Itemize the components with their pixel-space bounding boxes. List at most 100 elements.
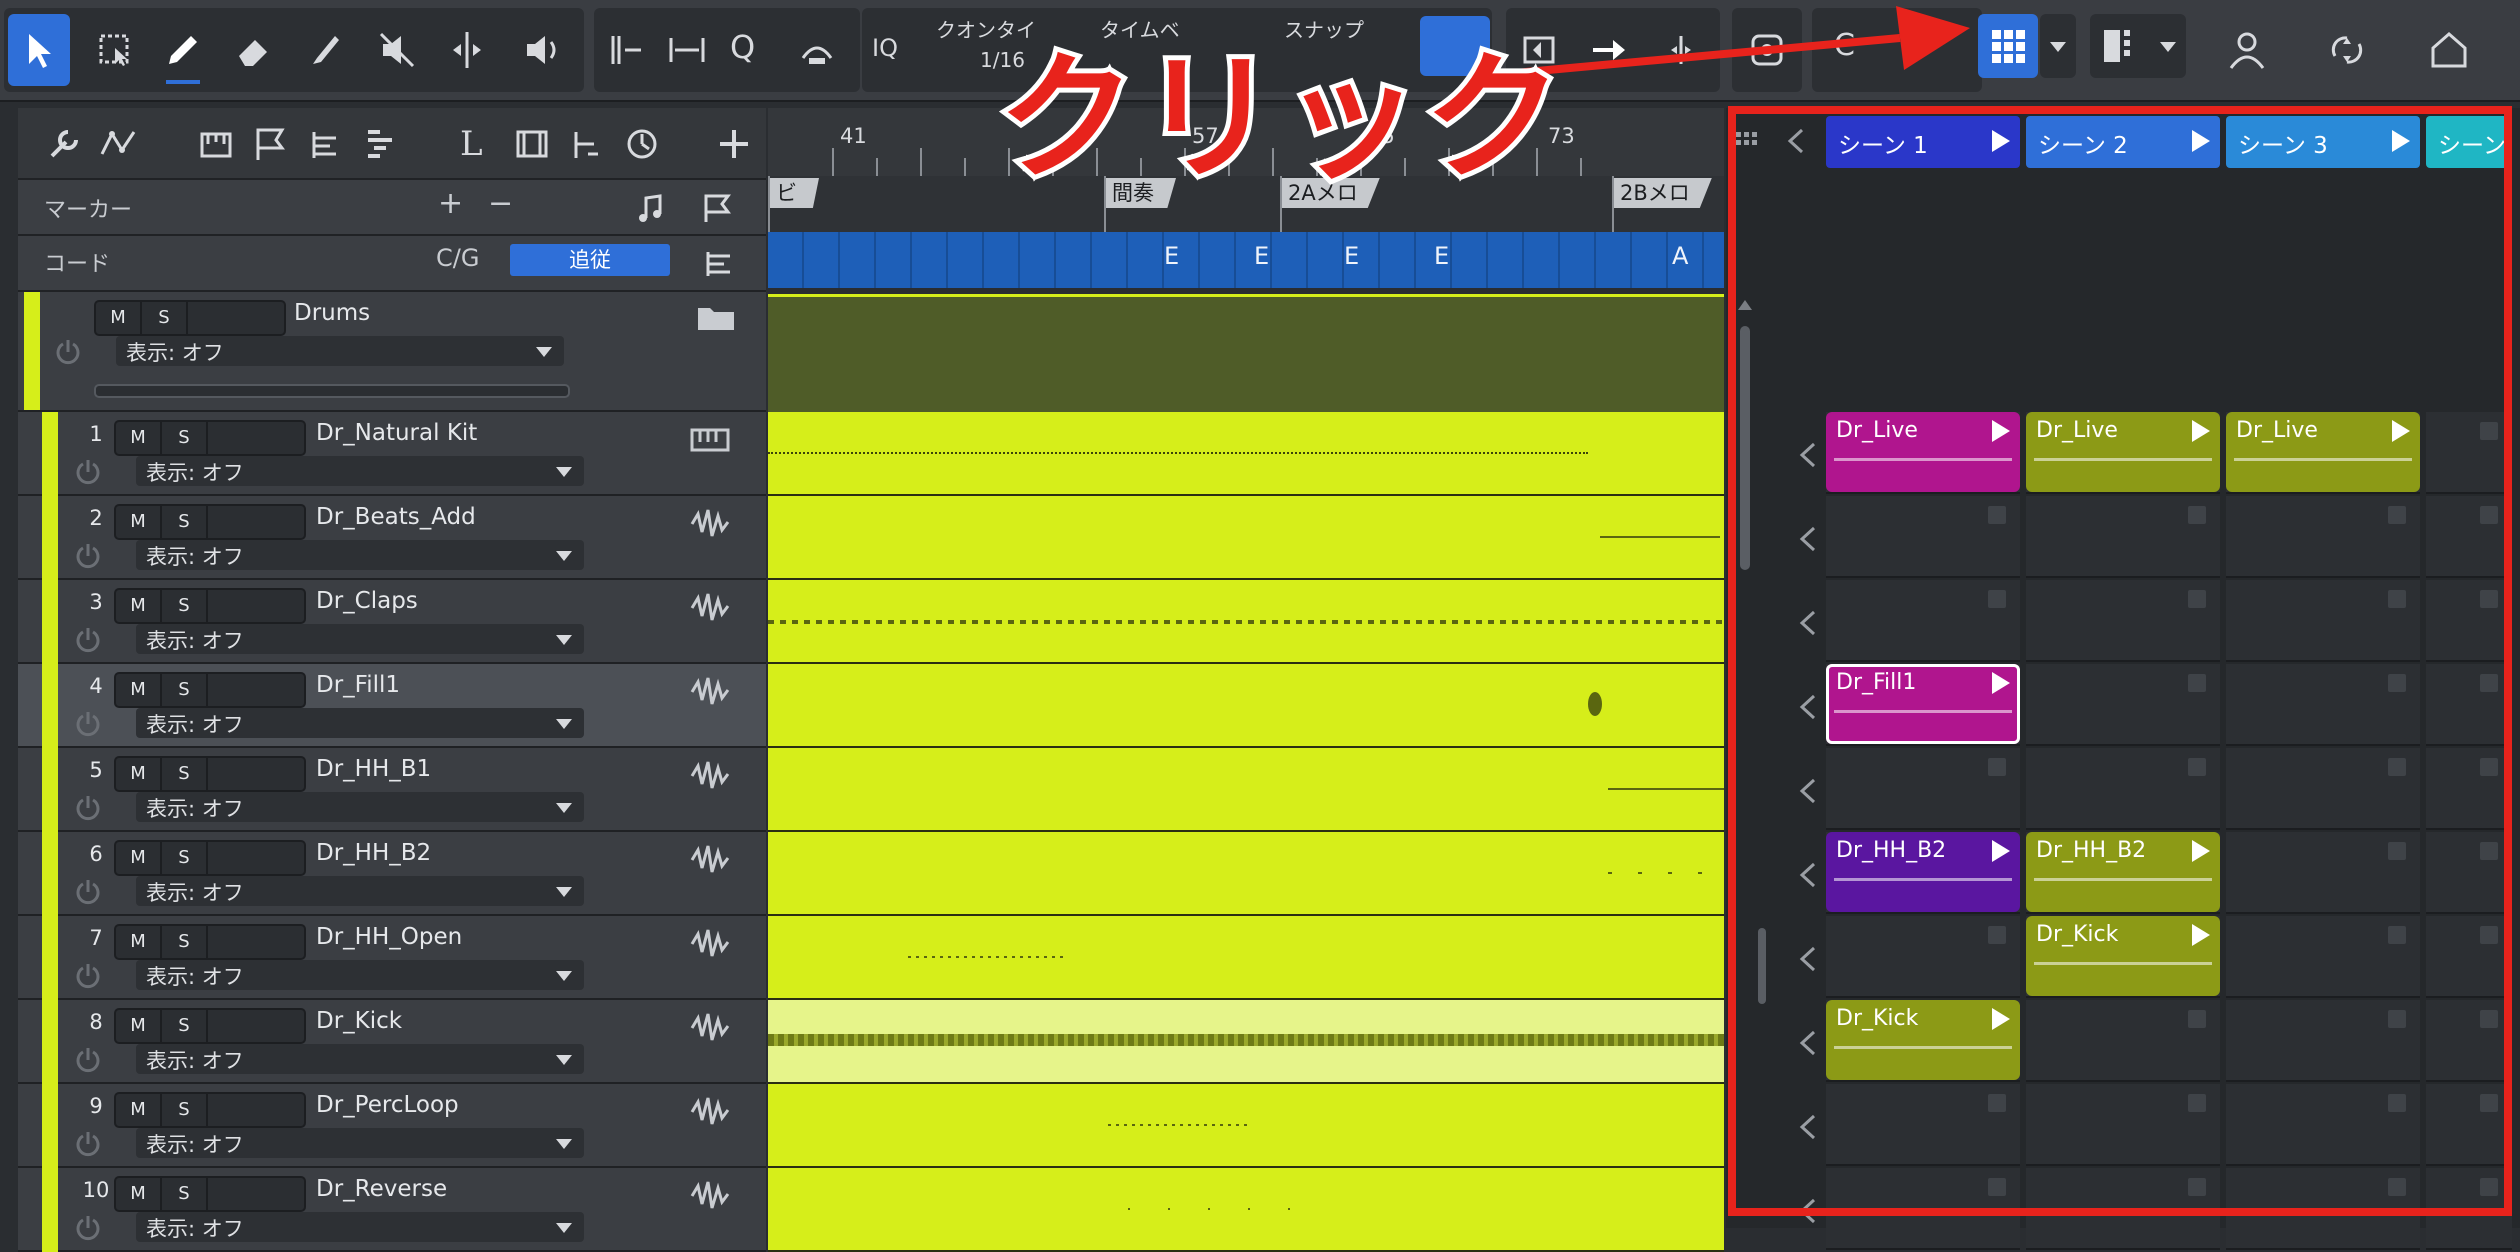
chord-cell[interactable] — [876, 232, 912, 288]
power-icon[interactable] — [74, 626, 102, 654]
chord-cell[interactable] — [1020, 232, 1056, 288]
mute-tool-button[interactable] — [366, 14, 428, 86]
folder-solo-button[interactable]: S — [142, 302, 188, 334]
video-track-icon[interactable] — [512, 124, 552, 164]
mute-button[interactable]: M — [116, 842, 162, 874]
ruler-icon[interactable] — [196, 124, 236, 164]
waveform-icon[interactable] — [690, 760, 730, 790]
chord-cell[interactable] — [1380, 232, 1416, 288]
chord-cell[interactable] — [840, 232, 876, 288]
solo-button[interactable]: S — [162, 1178, 208, 1210]
chord-cell[interactable] — [1200, 232, 1236, 288]
audio-lane[interactable] — [768, 832, 1724, 916]
view-layout-button[interactable] — [2090, 14, 2186, 78]
track-name[interactable]: Dr_Reverse — [316, 1176, 447, 1202]
chord-cell[interactable] — [1524, 232, 1560, 288]
track-header[interactable]: 1 M S Dr_Natural Kit 表示: オフ — [18, 412, 766, 496]
solo-button[interactable]: S — [162, 926, 208, 958]
chord-cell[interactable] — [948, 232, 984, 288]
chord-label[interactable]: E — [1254, 242, 1269, 270]
chord-cell[interactable] — [1488, 232, 1524, 288]
track-name[interactable]: Dr_Natural Kit — [316, 420, 477, 446]
signature-track-icon[interactable] — [566, 124, 606, 164]
power-icon[interactable] — [74, 542, 102, 570]
waveform-icon[interactable] — [690, 1180, 730, 1210]
lyrics-track-icon[interactable]: L — [460, 124, 483, 164]
chord-cell[interactable] — [1632, 232, 1668, 288]
track-header[interactable]: 10 M S Dr_Reverse 表示: オフ — [18, 1168, 766, 1252]
chord-cell[interactable] — [768, 232, 804, 288]
chord-cell[interactable] — [1272, 232, 1308, 288]
audio-lane[interactable] — [768, 412, 1724, 496]
waveform-icon[interactable] — [690, 676, 730, 706]
track-name[interactable]: Dr_HH_B1 — [316, 756, 431, 782]
track-view-dropdown[interactable]: 表示: オフ — [136, 1212, 584, 1242]
iq-button[interactable]: IQ — [872, 34, 898, 62]
track-view-dropdown[interactable]: 表示: オフ — [136, 708, 584, 738]
timestretch-button[interactable] — [656, 14, 718, 86]
drums-folder-lane[interactable] — [768, 294, 1724, 415]
chord-cell[interactable] — [1092, 232, 1128, 288]
eraser-tool-button[interactable] — [222, 14, 284, 86]
solo-button[interactable]: S — [162, 842, 208, 874]
drums-folder-track[interactable]: M S Drums 表示: オフ — [18, 292, 766, 412]
wrench-icon[interactable] — [44, 124, 84, 164]
solo-button[interactable]: S — [162, 758, 208, 790]
track-name[interactable]: Dr_Kick — [316, 1008, 402, 1034]
chord-cell[interactable] — [1596, 232, 1632, 288]
marker-flag-icon[interactable] — [698, 190, 734, 226]
track-view-dropdown[interactable]: 表示: オフ — [136, 456, 584, 486]
power-icon[interactable] — [74, 1214, 102, 1242]
chord-cell[interactable] — [1056, 232, 1092, 288]
power-icon[interactable] — [74, 794, 102, 822]
instrument-icon[interactable] — [690, 424, 730, 454]
home-button[interactable] — [2418, 14, 2480, 86]
audio-lane[interactable] — [768, 496, 1724, 580]
track-header[interactable]: 4 M S Dr_Fill1 表示: オフ — [18, 664, 766, 748]
solo-button[interactable]: S — [162, 422, 208, 454]
chord-track-icon[interactable] — [306, 124, 346, 164]
track-header[interactable]: 7 M S Dr_HH_Open 表示: オフ — [18, 916, 766, 1000]
folder-icon[interactable] — [696, 302, 736, 332]
folder-mute-button[interactable]: M — [96, 302, 142, 334]
arrow-tool-button[interactable] — [8, 14, 70, 86]
audio-lane[interactable] — [768, 580, 1724, 664]
waveform-icon[interactable] — [690, 928, 730, 958]
track-header[interactable]: 8 M S Dr_Kick 表示: オフ — [18, 1000, 766, 1084]
chord-follow-button[interactable]: 追従 — [510, 244, 670, 276]
track-header[interactable]: 3 M S Dr_Claps 表示: オフ — [18, 580, 766, 664]
track-name[interactable]: Dr_HH_B2 — [316, 840, 431, 866]
mute-button[interactable]: M — [116, 1178, 162, 1210]
audio-lane[interactable] — [768, 664, 1724, 748]
add-marker-button[interactable]: + — [438, 186, 463, 221]
solo-button[interactable]: S — [162, 590, 208, 622]
power-icon[interactable] — [54, 338, 82, 366]
chord-cell[interactable] — [984, 232, 1020, 288]
auto-punch-button[interactable] — [786, 14, 848, 86]
chord-cell[interactable] — [1308, 232, 1344, 288]
solo-button[interactable]: S — [162, 674, 208, 706]
mute-button[interactable]: M — [116, 1094, 162, 1126]
user-button[interactable] — [2216, 14, 2278, 86]
marker-flag-icon[interactable] — [250, 124, 290, 164]
audio-lane[interactable] — [768, 748, 1724, 832]
power-icon[interactable] — [74, 458, 102, 486]
chord-cell[interactable] — [912, 232, 948, 288]
listen-tool-button[interactable] — [512, 14, 574, 86]
chord-label[interactable]: A — [1672, 242, 1688, 270]
mute-button[interactable]: M — [116, 506, 162, 538]
power-icon[interactable] — [74, 878, 102, 906]
solo-button[interactable]: S — [162, 1094, 208, 1126]
pencil-tool-button[interactable] — [152, 14, 214, 86]
power-icon[interactable] — [74, 710, 102, 738]
track-view-dropdown[interactable]: 表示: オフ — [136, 1044, 584, 1074]
folder-name[interactable]: Drums — [294, 300, 370, 326]
chord-key-value[interactable]: C/G — [436, 244, 479, 272]
sync-button[interactable] — [2316, 14, 2378, 86]
split-tool-button[interactable] — [436, 14, 498, 86]
mute-button[interactable]: M — [116, 1010, 162, 1042]
automation-icon[interactable] — [98, 124, 138, 164]
folder-view-dropdown[interactable]: 表示: オフ — [116, 336, 564, 366]
waveform-icon[interactable] — [690, 1012, 730, 1042]
paint-tool-button[interactable] — [294, 14, 356, 86]
